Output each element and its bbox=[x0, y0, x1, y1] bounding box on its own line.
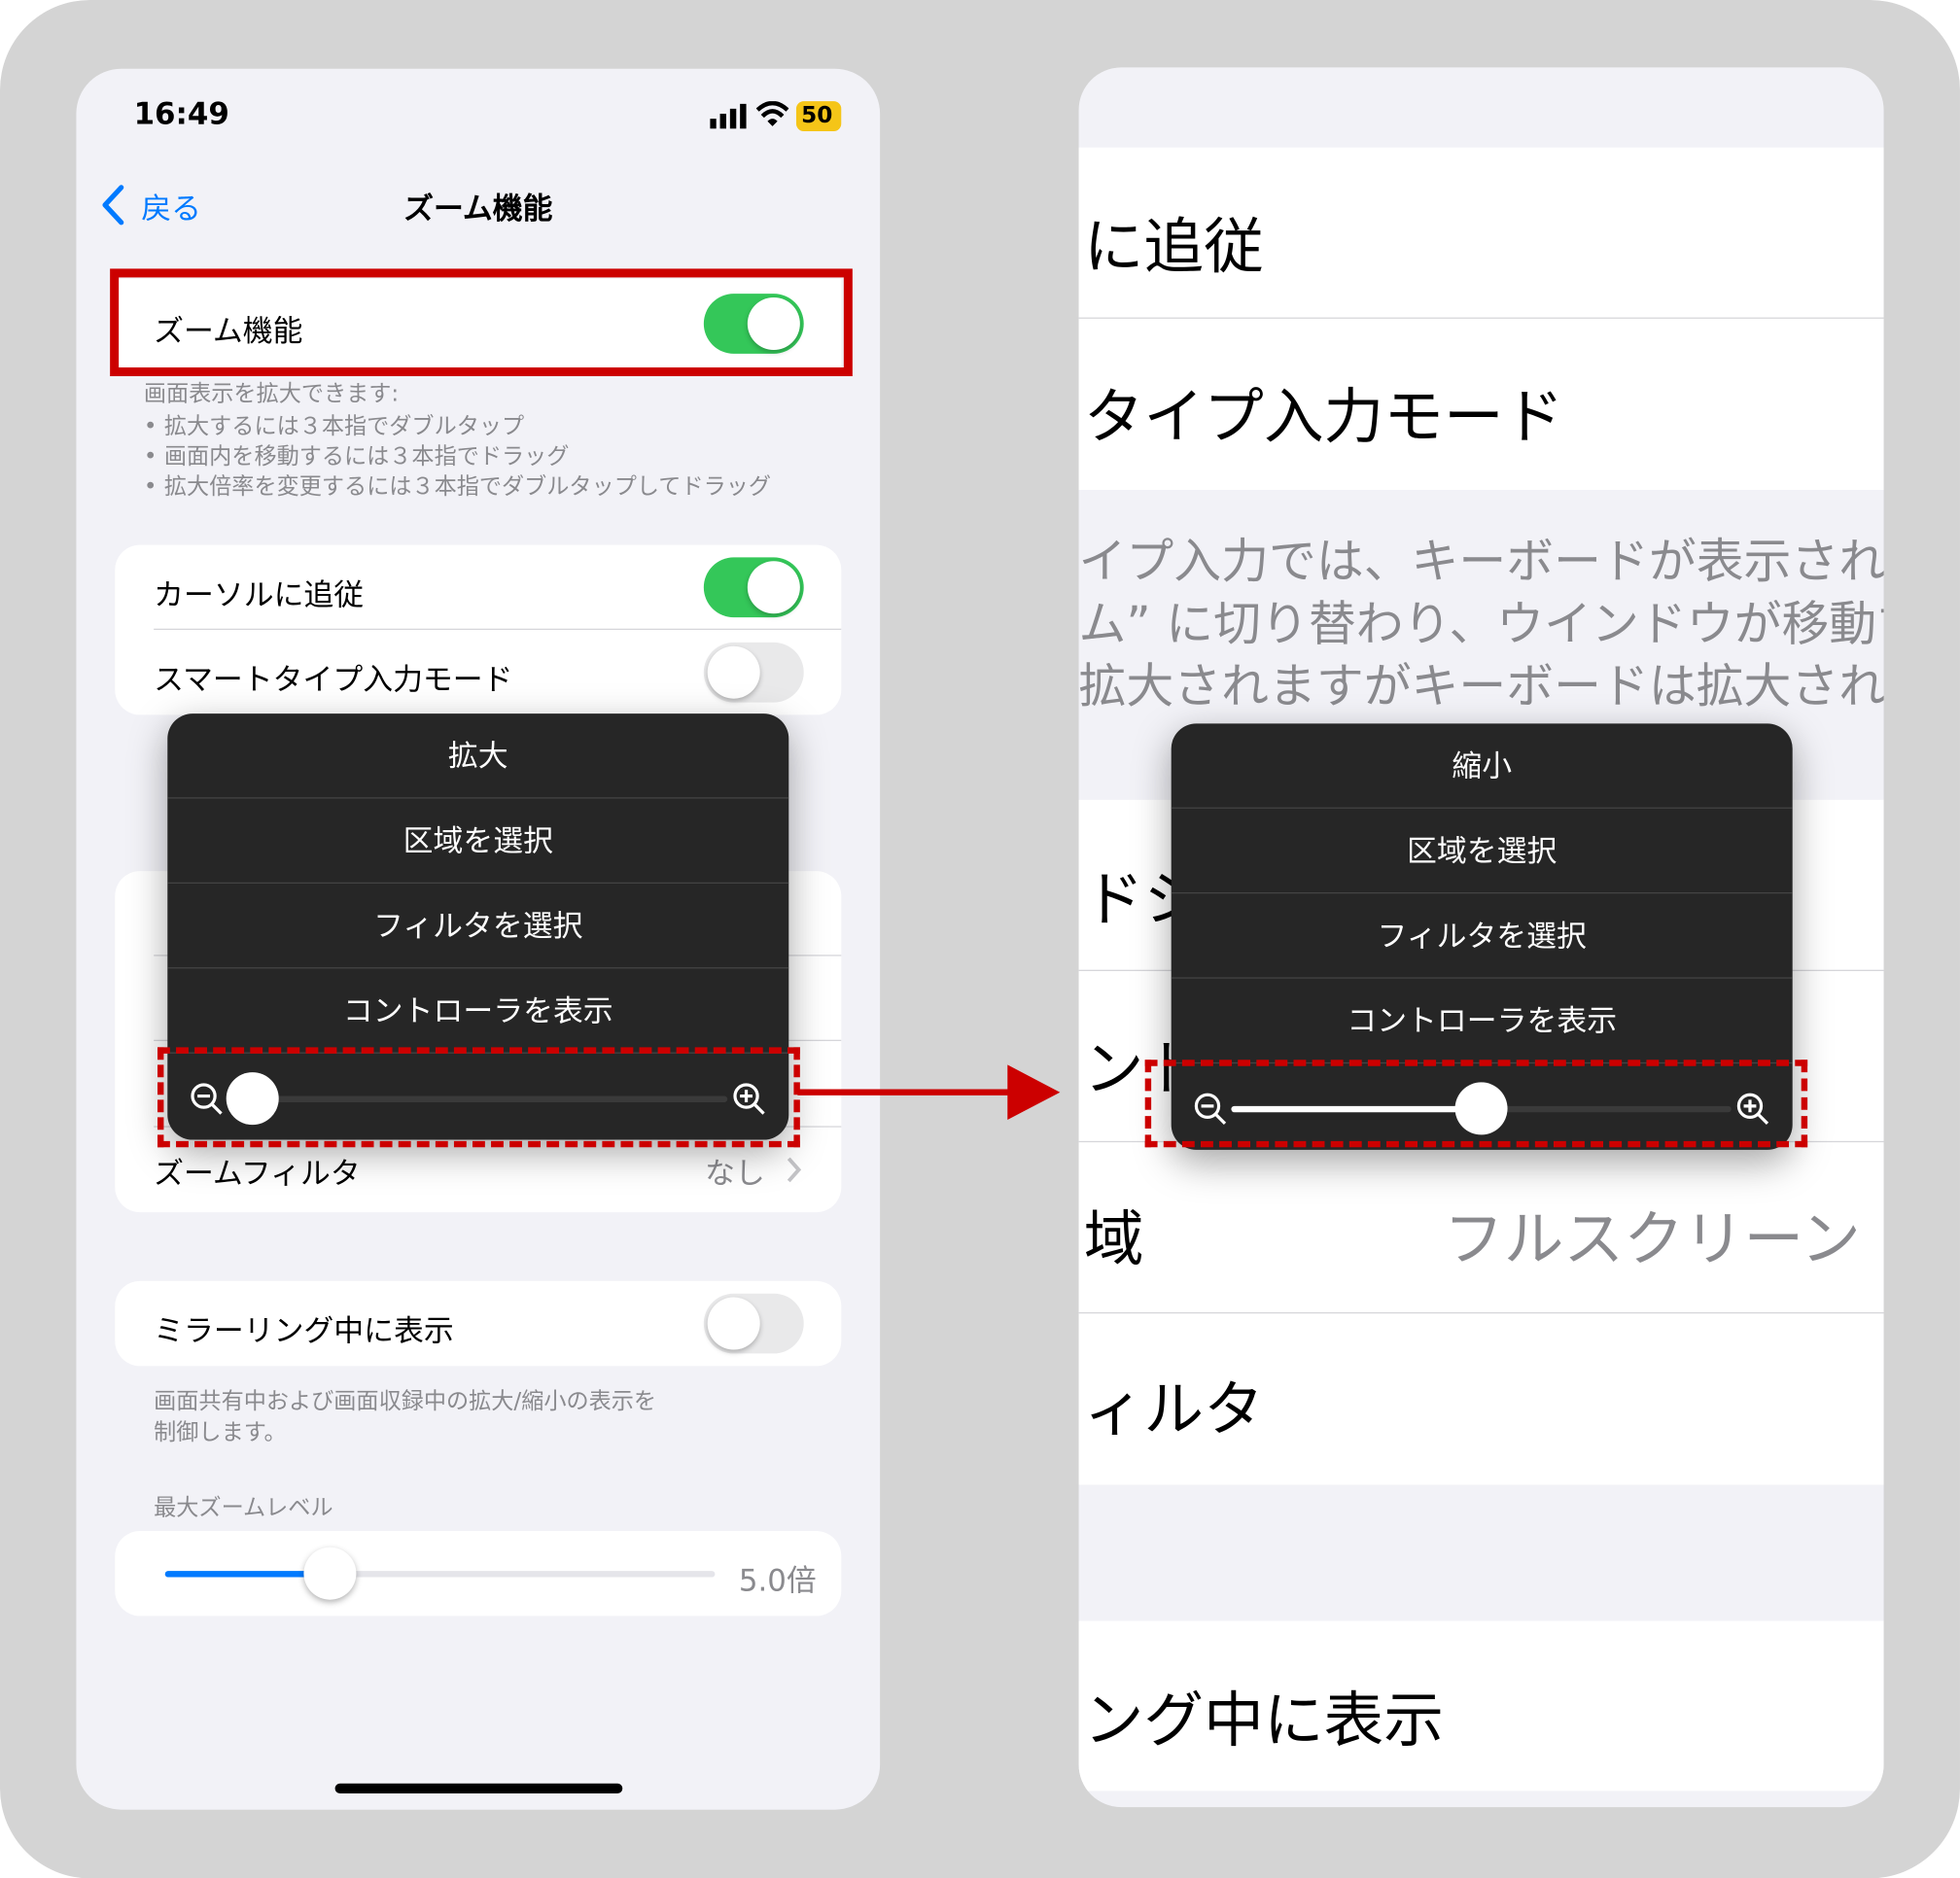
divider bbox=[154, 628, 842, 630]
select-region-menu-item[interactable]: 区域を選択 bbox=[167, 799, 788, 884]
wifi-icon bbox=[755, 100, 789, 128]
select-filter-menu-item[interactable]: フィルタを選択 bbox=[1172, 893, 1793, 978]
zoom-footer-heading: 画面表示を拡大できます: bbox=[143, 381, 400, 408]
smart-typing-toggle[interactable] bbox=[703, 642, 804, 703]
back-button[interactable]: 戻る bbox=[141, 184, 201, 227]
region-label: 域 bbox=[1083, 1204, 1144, 1275]
follow-group: カーソルに追従 スマートタイプ入力モード bbox=[115, 544, 842, 715]
show-controller-menu-item[interactable]: コントローラを表示 bbox=[1172, 979, 1793, 1063]
zoom-in-menu-item[interactable]: 拡大 bbox=[167, 713, 788, 798]
battery-icon: 50 bbox=[795, 101, 842, 131]
footer-line-1: イプ入力では、キーボードが表示され bbox=[1078, 533, 1884, 589]
max-zoom-header: 最大ズームレベル bbox=[154, 1494, 333, 1521]
region-value: フルスクリーン bbox=[1443, 1204, 1861, 1275]
divider bbox=[1078, 317, 1884, 319]
mirroring-label: ング中に表示 bbox=[1083, 1686, 1445, 1756]
zoom-footer-bullet-2: • 画面内を移動するには３本指でドラッグ bbox=[143, 443, 570, 470]
smart-typing-label: タイプ入力モード bbox=[1083, 382, 1564, 453]
smart-typing-label: スマートタイプ入力モード bbox=[154, 662, 513, 698]
zoom-filter-label: ズームフィルタ bbox=[154, 1156, 361, 1192]
back-chevron-icon[interactable] bbox=[99, 184, 126, 226]
max-zoom-track bbox=[164, 1571, 716, 1578]
zoom-filter-label: ィルタ bbox=[1083, 1374, 1264, 1445]
mirroring-row: ング中に表示 bbox=[1078, 1620, 1884, 1791]
mirroring-row: ミラーリング中に表示 bbox=[115, 1280, 842, 1367]
zoom-footer-bullet-3: • 拡大倍率を変更するには３本指でダブルタップしてドラッグ bbox=[143, 473, 772, 501]
zoom-footer-bullet-1: • 拡大するには３本指でダブルタップ bbox=[143, 413, 525, 440]
home-indicator bbox=[334, 1783, 623, 1793]
max-zoom-value: 5.0倍 bbox=[738, 1563, 817, 1599]
mirroring-toggle[interactable] bbox=[703, 1293, 804, 1354]
page-title: ズーム機能 bbox=[403, 191, 553, 226]
chevron-right-icon bbox=[787, 1156, 802, 1183]
battery-level: 50 bbox=[801, 102, 833, 129]
zoom-filter-value: なし bbox=[705, 1156, 765, 1192]
footer-line-2: ム” に切り替わり、ウインドウが移動す bbox=[1078, 596, 1884, 651]
follow-focus-label: カーソルに追従 bbox=[154, 576, 365, 612]
follow-group: に追従 タイプ入力モード bbox=[1078, 147, 1884, 490]
highlight-box bbox=[110, 268, 853, 376]
show-controller-menu-item[interactable]: コントローラを表示 bbox=[167, 968, 788, 1053]
arrow-icon bbox=[797, 1058, 1063, 1128]
max-zoom-row: 5.0倍 bbox=[115, 1530, 842, 1617]
highlight-box bbox=[157, 1047, 800, 1148]
mirroring-footer-line1: 画面共有中および画面収録中の拡大/縮小の表示を bbox=[154, 1388, 657, 1415]
zoom-out-menu-item[interactable]: 縮小 bbox=[1172, 723, 1793, 808]
divider bbox=[1078, 1311, 1884, 1314]
follow-focus-label: に追従 bbox=[1083, 212, 1264, 283]
footer-line-3: 拡大されますがキーボードは拡大されま bbox=[1078, 658, 1884, 714]
select-filter-menu-item[interactable]: フィルタを選択 bbox=[167, 884, 788, 968]
max-zoom-slider-knob[interactable] bbox=[303, 1547, 357, 1600]
status-time: 16:49 bbox=[133, 95, 229, 131]
select-region-menu-item[interactable]: 区域を選択 bbox=[1172, 809, 1793, 893]
follow-focus-toggle[interactable] bbox=[703, 557, 804, 618]
mirroring-footer-line2: 制御します。 bbox=[154, 1419, 287, 1446]
highlight-box bbox=[1144, 1060, 1808, 1148]
cellular-signal-icon bbox=[710, 103, 748, 129]
mirroring-label: ミラーリング中に表示 bbox=[154, 1313, 454, 1349]
